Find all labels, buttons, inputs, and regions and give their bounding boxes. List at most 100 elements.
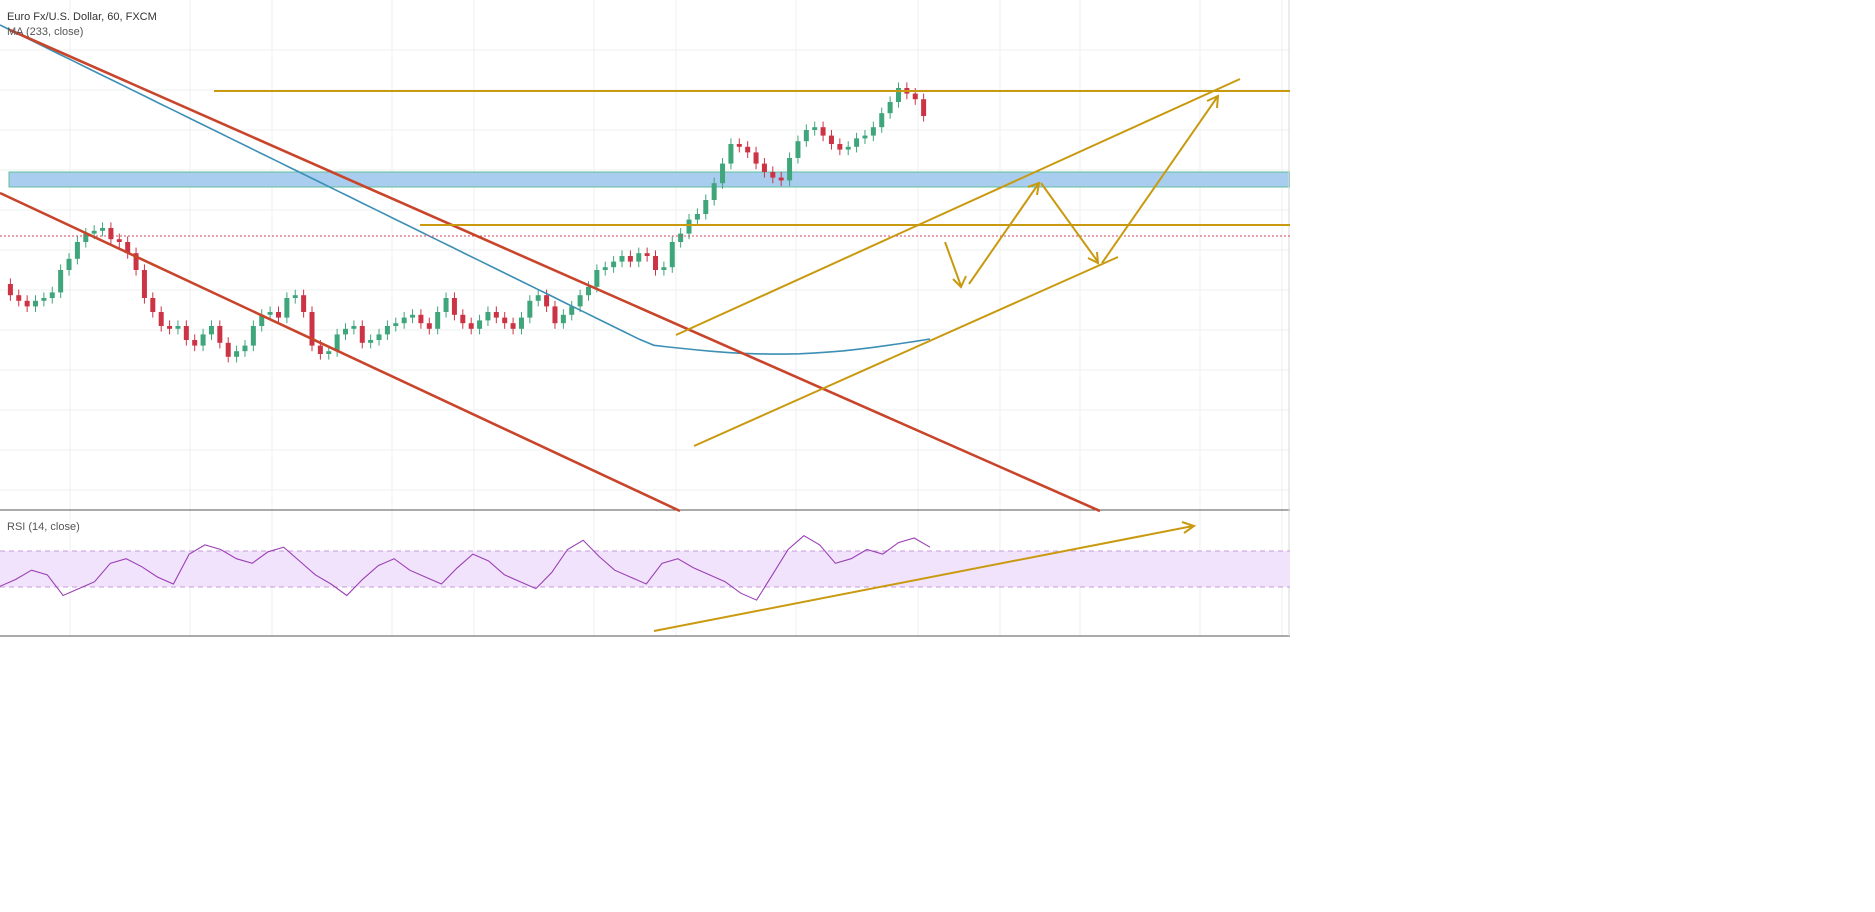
candle-down[interactable]	[108, 228, 114, 240]
candle-up[interactable]	[845, 146, 851, 150]
chart-area[interactable]: Euro Fx/U.S. Dollar, 60, FXCM MA (233, c…	[0, 0, 1290, 640]
candle-up[interactable]	[49, 292, 55, 298]
candle-up[interactable]	[527, 300, 533, 318]
candle-up[interactable]	[602, 267, 608, 270]
candle-up[interactable]	[267, 312, 273, 315]
candle-down[interactable]	[217, 326, 223, 343]
candle-up[interactable]	[343, 328, 349, 335]
candle-down[interactable]	[158, 312, 164, 326]
candle-down[interactable]	[183, 326, 189, 340]
candle-up[interactable]	[636, 253, 642, 262]
candle-up[interactable]	[58, 270, 64, 293]
candle-up[interactable]	[368, 340, 374, 343]
candle-up[interactable]	[384, 326, 390, 335]
candle-down[interactable]	[24, 300, 30, 307]
candle-up[interactable]	[711, 183, 717, 200]
candle-down[interactable]	[736, 144, 742, 147]
candle-down[interactable]	[167, 326, 173, 329]
candle-up[interactable]	[678, 233, 684, 242]
candle-down[interactable]	[116, 239, 122, 242]
price-chart[interactable]: Euro Fx/U.S. Dollar, 60, FXCM MA (233, c…	[0, 0, 1290, 640]
candle-up[interactable]	[728, 144, 734, 164]
candle-up[interactable]	[326, 351, 332, 354]
candle-up[interactable]	[862, 135, 868, 139]
candle-up[interactable]	[250, 326, 256, 346]
candle-down[interactable]	[7, 284, 13, 296]
candle-down[interactable]	[912, 93, 918, 100]
candle-down[interactable]	[745, 146, 751, 153]
candle-down[interactable]	[225, 342, 231, 357]
candle-up[interactable]	[870, 127, 876, 136]
candle-up[interactable]	[175, 326, 181, 329]
candle-up[interactable]	[477, 320, 483, 329]
candle-up[interactable]	[594, 270, 600, 287]
candle-up[interactable]	[435, 312, 441, 329]
candle-up[interactable]	[376, 334, 382, 340]
candle-down[interactable]	[510, 323, 516, 329]
candle-up[interactable]	[611, 261, 617, 268]
candle-up[interactable]	[669, 242, 675, 268]
candle-up[interactable]	[879, 113, 885, 128]
candle-down[interactable]	[644, 253, 650, 256]
candle-down[interactable]	[828, 135, 834, 144]
resistance-zone[interactable]	[8, 171, 1290, 188]
candle-down[interactable]	[493, 312, 499, 318]
candle-up[interactable]	[577, 295, 583, 307]
candle-up[interactable]	[351, 326, 357, 329]
candle-down[interactable]	[778, 177, 784, 181]
candle-up[interactable]	[33, 300, 39, 307]
candle-up[interactable]	[619, 256, 625, 262]
candle-up[interactable]	[535, 295, 541, 301]
candle-down[interactable]	[761, 163, 767, 172]
candle-up[interactable]	[242, 345, 248, 352]
candle-down[interactable]	[627, 256, 633, 262]
candle-down[interactable]	[770, 172, 776, 178]
candle-up[interactable]	[854, 138, 860, 147]
candle-down[interactable]	[544, 295, 550, 307]
candle-up[interactable]	[560, 314, 566, 324]
candle-up[interactable]	[208, 326, 214, 335]
candle-down[interactable]	[468, 323, 474, 329]
candle-down[interactable]	[552, 306, 558, 324]
candle-up[interactable]	[66, 258, 72, 270]
candle-down[interactable]	[192, 340, 198, 346]
candle-up[interactable]	[234, 351, 240, 357]
candle-up[interactable]	[292, 295, 298, 298]
candle-down[interactable]	[460, 314, 466, 324]
candle-up[interactable]	[694, 214, 700, 220]
candle-up[interactable]	[887, 102, 893, 114]
candle-up[interactable]	[661, 267, 667, 270]
candle-up[interactable]	[703, 200, 709, 214]
candle-down[interactable]	[426, 323, 432, 329]
candle-up[interactable]	[803, 130, 809, 142]
candle-down[interactable]	[921, 99, 927, 116]
candle-up[interactable]	[686, 219, 692, 234]
candle-down[interactable]	[275, 312, 281, 318]
candle-up[interactable]	[812, 127, 818, 130]
candle-down[interactable]	[451, 298, 457, 315]
candle-down[interactable]	[820, 127, 826, 136]
candle-down[interactable]	[16, 295, 22, 301]
candle-up[interactable]	[41, 298, 47, 301]
candle-down[interactable]	[502, 317, 508, 324]
candle-up[interactable]	[443, 298, 449, 312]
candle-up[interactable]	[585, 286, 591, 296]
candle-up[interactable]	[518, 317, 524, 329]
candle-down[interactable]	[753, 152, 759, 164]
candle-up[interactable]	[284, 298, 290, 318]
candle-up[interactable]	[401, 317, 407, 324]
candle-up[interactable]	[74, 242, 80, 259]
candle-down[interactable]	[317, 345, 323, 354]
candle-up[interactable]	[100, 228, 106, 231]
candle-down[interactable]	[837, 144, 843, 150]
candle-down[interactable]	[150, 298, 156, 312]
candle-up[interactable]	[393, 323, 399, 326]
candle-down[interactable]	[141, 270, 147, 298]
candle-up[interactable]	[410, 314, 416, 318]
candle-down[interactable]	[418, 314, 424, 324]
candle-up[interactable]	[200, 334, 206, 346]
candle-down[interactable]	[301, 295, 307, 312]
candle-up[interactable]	[91, 230, 97, 234]
candle-down[interactable]	[653, 256, 659, 270]
candle-up[interactable]	[485, 312, 491, 321]
